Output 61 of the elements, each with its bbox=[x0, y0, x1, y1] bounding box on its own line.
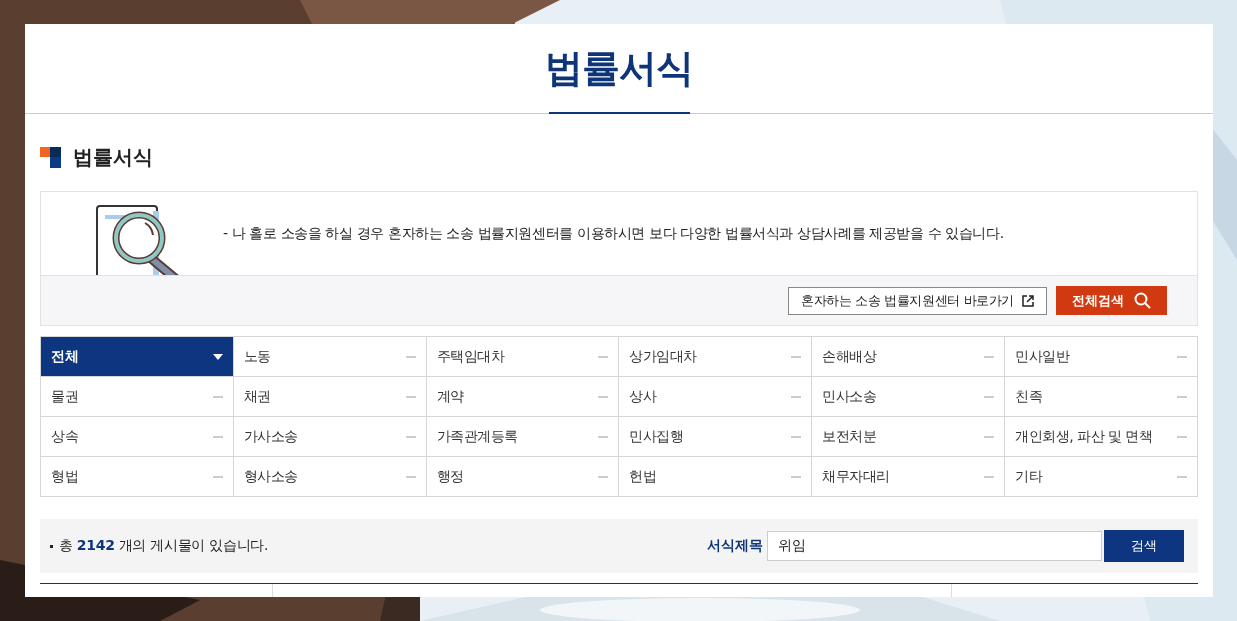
category-tab[interactable]: 주택임대차 bbox=[426, 337, 620, 377]
dash-icon bbox=[405, 395, 416, 398]
dash-icon bbox=[598, 355, 609, 358]
category-tab[interactable]: 개인회생, 파산 및 면책 bbox=[1005, 417, 1198, 457]
dash-icon bbox=[1177, 475, 1187, 478]
category-tab[interactable]: 상사 bbox=[619, 377, 813, 417]
post-count-text: 총 2142 개의 게시물이 있습니다. bbox=[59, 537, 269, 555]
category-tab[interactable]: 가족관계등록 bbox=[426, 417, 620, 457]
dash-icon bbox=[598, 395, 609, 398]
dash-icon bbox=[405, 355, 416, 358]
category-tab[interactable]: 노동 bbox=[233, 337, 427, 377]
category-tab[interactable]: 물권 bbox=[41, 377, 234, 417]
dash-icon bbox=[791, 435, 802, 438]
category-tab[interactable]: 민사일반 bbox=[1005, 337, 1198, 377]
dash-icon bbox=[1177, 355, 1187, 358]
dash-icon bbox=[984, 475, 995, 478]
category-tab[interactable]: 보전처분 bbox=[812, 417, 1006, 457]
category-tab[interactable]: 채무자대리 bbox=[812, 457, 1006, 497]
search-field[interactable]: 위임 bbox=[767, 531, 1102, 561]
external-link-icon bbox=[1022, 294, 1034, 307]
dash-icon bbox=[791, 475, 802, 478]
dash-icon bbox=[1177, 435, 1187, 438]
dash-icon bbox=[791, 395, 802, 398]
dash-icon bbox=[212, 475, 223, 478]
category-tab[interactable]: 민사집행 bbox=[619, 417, 813, 457]
bullet-icon bbox=[50, 544, 53, 548]
dash-icon bbox=[405, 475, 416, 478]
category-tab[interactable]: 형법 bbox=[41, 457, 234, 497]
category-tab[interactable]: 기타 bbox=[1005, 457, 1198, 497]
category-tab[interactable]: 채권 bbox=[233, 377, 427, 417]
notice-text: - 나 홀로 소송을 하실 경우 혼자하는 소송 법률지원센터를 이용하시면 보다 다양한 법률서식과 상담사례를 제공받을 수 있습니다. bbox=[223, 224, 1004, 243]
category-tab[interactable]: 친족 bbox=[1005, 377, 1198, 417]
category-tab[interactable]: 형사소송 bbox=[233, 457, 427, 497]
category-tab[interactable]: 헌법 bbox=[619, 457, 813, 497]
search-icon bbox=[1134, 292, 1151, 309]
search-button[interactable]: 검색 bbox=[1104, 530, 1184, 562]
category-tab[interactable]: 상속 bbox=[41, 417, 234, 457]
dash-icon bbox=[984, 395, 995, 398]
search-label: 서식제목 bbox=[707, 537, 763, 555]
dash-icon bbox=[598, 435, 609, 438]
dash-icon bbox=[984, 435, 995, 438]
page-title: 법률서식 bbox=[545, 45, 693, 92]
dash-icon bbox=[598, 475, 609, 478]
category-tab[interactable]: 계약 bbox=[426, 377, 620, 417]
search-all-button[interactable]: 전체검색 bbox=[1056, 286, 1167, 315]
category-tab[interactable]: 가사소송 bbox=[233, 417, 427, 457]
dash-icon bbox=[212, 435, 223, 438]
dash-icon bbox=[791, 355, 802, 358]
dash-icon bbox=[212, 395, 223, 398]
section-marker-icon bbox=[40, 147, 61, 168]
category-tab[interactable]: 손해배상 bbox=[812, 337, 1006, 377]
section-title: 법률서식 bbox=[73, 144, 153, 171]
dash-icon bbox=[1177, 395, 1187, 398]
caret-down-icon bbox=[212, 353, 223, 360]
category-tab[interactable]: 전체 bbox=[41, 337, 234, 377]
dash-icon bbox=[984, 355, 995, 358]
category-tab[interactable]: 민사소송 bbox=[812, 377, 1006, 417]
dash-icon bbox=[405, 435, 416, 438]
category-tab[interactable]: 상가임대차 bbox=[619, 337, 813, 377]
category-tab[interactable]: 행정 bbox=[426, 457, 620, 497]
legal-support-link-button[interactable]: 혼자하는 소송 법률지원센터 바로가기 bbox=[788, 286, 1047, 315]
